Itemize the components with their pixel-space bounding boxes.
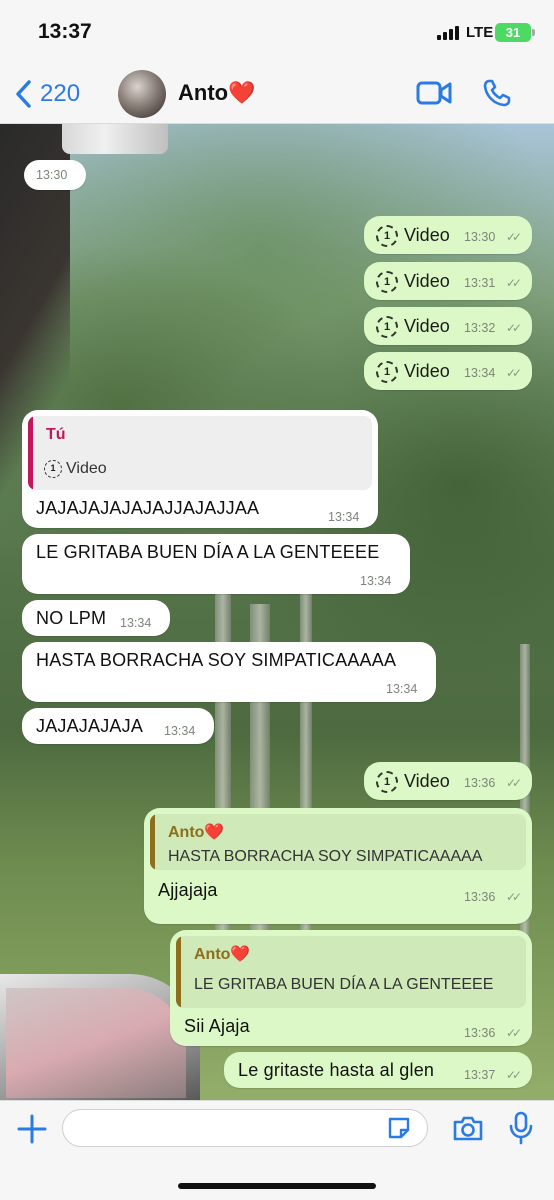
quote-author: Anto❤️ [168,824,225,841]
double-check-icon: ✓✓ [506,276,522,290]
phone-icon[interactable] [482,78,512,108]
double-check-icon: ✓✓ [506,1068,522,1082]
view-once-icon: 1 [44,460,62,478]
quoted-message[interactable]: Anto❤️ HASTA BORRACHA SOY SIMPATICAAAAA [150,814,526,870]
top-bar: 13:37 LTE 31 220 Anto❤️ [0,0,554,124]
quoted-message[interactable]: Tú 1 Video [28,416,372,490]
unread-count: 220 [40,80,81,107]
video-message[interactable]: 1 Video 13:31 ✓✓ [364,262,532,300]
camera-icon[interactable] [452,1113,484,1143]
double-check-icon: ✓✓ [506,1026,522,1040]
message-text: LE GRITABA BUEN DÍA A LA GENTEEEE [36,542,380,562]
double-check-icon: ✓✓ [506,776,522,790]
reply-message[interactable]: Anto❤️ LE GRITABA BUEN DÍA A LA GENTEEEE… [170,930,532,1046]
view-once-icon: 1 [376,225,398,247]
message-text: Ajjajaja [158,880,218,900]
message-bubble[interactable]: Le gritaste hasta al glen 13:37 ✓✓ [224,1052,532,1088]
message-text: NO LPM [36,608,107,628]
battery-icon: 31 [495,23,535,42]
chevron-left-icon [16,80,31,108]
home-indicator [178,1183,376,1189]
view-once-icon: 1 [376,361,398,383]
video-camera-icon[interactable] [416,80,452,106]
status-time: 13:37 [38,20,92,43]
video-message[interactable]: 1 Video 13:30 ✓✓ [364,216,532,254]
video-message[interactable]: 1 Video 13:34 ✓✓ [364,352,532,390]
message-text: JAJAJAJAJA [36,716,144,736]
video-message[interactable]: 1 Video 13:36 ✓✓ [364,762,532,800]
view-once-icon: 1 [376,316,398,338]
back-button[interactable]: 220 [14,76,80,112]
view-once-icon: 1 [376,771,398,793]
message-bubble[interactable]: HASTA BORRACHA SOY SIMPATICAAAAA 13:34 [22,642,436,702]
partial-image-message[interactable] [62,124,168,154]
quote-author: Tú [46,426,66,443]
message-bubble[interactable]: NO LPM 13:34 [22,600,170,636]
video-message[interactable]: 1 Video 13:32 ✓✓ [364,307,532,345]
double-check-icon: ✓✓ [506,230,522,244]
message-text: Le gritaste hasta al glen [238,1060,435,1080]
message-bubble[interactable]: JAJAJAJAJA 13:34 [22,708,214,744]
message-text: HASTA BORRACHA SOY SIMPATICAAAAA [36,650,397,670]
quoted-message[interactable]: Anto❤️ LE GRITABA BUEN DÍA A LA GENTEEEE [176,936,526,1008]
reply-message[interactable]: Anto❤️ HASTA BORRACHA SOY SIMPATICAAAAA … [144,808,532,924]
double-check-icon: ✓✓ [506,366,522,380]
microphone-icon[interactable] [508,1111,534,1145]
message-input[interactable] [62,1109,428,1147]
quote-text: LE GRITABA BUEN DÍA A LA GENTEEEE [194,976,494,993]
quote-text: Video [66,460,107,477]
double-check-icon: ✓✓ [506,321,522,335]
view-once-icon: 1 [376,271,398,293]
double-check-icon: ✓✓ [506,890,522,904]
chat-area[interactable]: 13:30 1 Video 13:30 ✓✓ 1 Video 13:31 ✓✓ … [0,124,554,1100]
sticker-icon[interactable] [386,1115,412,1141]
message-text: JAJAJAJAJAJAJJAJAJJAA [36,498,260,518]
plus-icon[interactable] [16,1113,48,1145]
quote-author: Anto❤️ [194,946,251,963]
quote-text: HASTA BORRACHA SOY SIMPATICAAAAA [168,848,483,865]
message-timestamp-bubble[interactable]: 13:30 [24,160,86,190]
signal-icon [437,26,461,40]
message-text: Sii Ajaja [184,1016,250,1036]
reply-message[interactable]: Tú 1 Video JAJAJAJAJAJAJJAJAJJAA 13:34 [22,410,378,528]
contact-name[interactable]: Anto❤️ [178,80,255,106]
composer-bar [0,1100,554,1200]
message-bubble[interactable]: LE GRITABA BUEN DÍA A LA GENTEEEE 13:34 [22,534,410,594]
network-type: LTE [466,24,494,41]
avatar[interactable] [118,70,166,118]
